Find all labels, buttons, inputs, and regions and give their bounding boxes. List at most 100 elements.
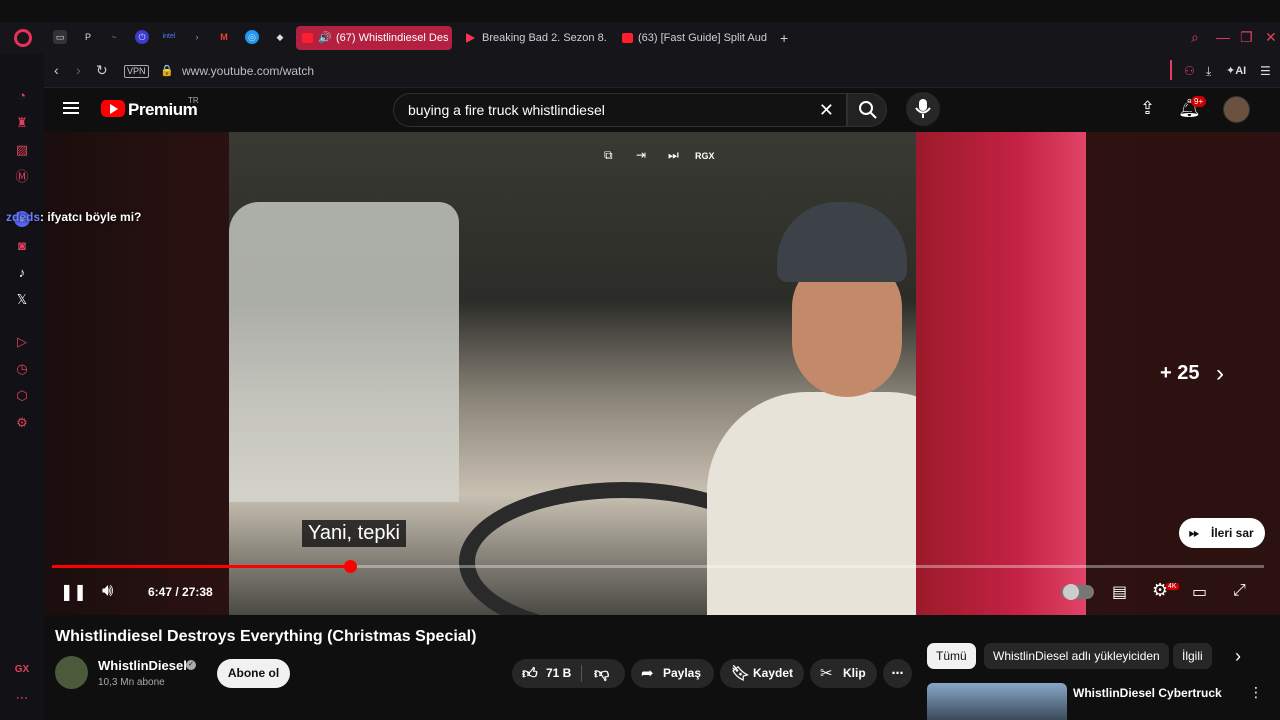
pinned-tab-icon[interactable]: ◎ bbox=[245, 30, 259, 44]
lock-icon[interactable]: 🔒 bbox=[160, 64, 174, 78]
quality-badge: 4K bbox=[1166, 583, 1179, 590]
scissors-icon: ✂ bbox=[820, 665, 833, 682]
profile-icon[interactable]: ⚇ bbox=[1184, 64, 1195, 78]
skip-forward-button[interactable]: ⏩︎ İleri sar bbox=[1179, 518, 1265, 548]
recommendation-title[interactable]: WhistlinDiesel Cybertruck bbox=[1073, 686, 1222, 700]
like-icon[interactable]: 👍︎ bbox=[522, 659, 538, 688]
chips-next-arrow-icon[interactable]: › bbox=[1226, 643, 1250, 669]
menu-icon[interactable]: ☰ bbox=[1260, 64, 1271, 78]
hamburger-menu-icon[interactable] bbox=[63, 102, 79, 114]
url-text[interactable]: www.youtube.com/watch bbox=[182, 64, 314, 78]
progress-fill bbox=[52, 565, 351, 568]
vpn-badge[interactable]: VPN bbox=[124, 65, 149, 78]
channel-name[interactable]: WhistlinDiesel bbox=[98, 658, 187, 673]
video-player[interactable] bbox=[44, 132, 1280, 615]
pinned-tab-icon[interactable]: ⏻ bbox=[135, 30, 149, 44]
download-icon[interactable]: ⤓ bbox=[1206, 64, 1211, 79]
tab-breaking-bad[interactable]: Breaking Bad 2. Sezon 8. bbox=[460, 26, 606, 50]
next-track-icon[interactable]: ⏭ bbox=[668, 148, 679, 163]
tab-label: Breaking Bad 2. Sezon 8. bbox=[482, 32, 606, 44]
pinned-tab-icon[interactable]: P bbox=[81, 30, 95, 44]
video-person bbox=[707, 202, 987, 615]
pinned-tab-icon[interactable]: ◆ bbox=[273, 30, 287, 44]
share-button[interactable]: ➦ Paylaş bbox=[631, 659, 714, 688]
volume-icon[interactable]: 🔊︎ bbox=[102, 580, 113, 601]
share-label: Paylaş bbox=[663, 666, 702, 680]
popout-video-icon[interactable]: ⧉ bbox=[604, 148, 613, 163]
enter-icon[interactable]: ⇥ bbox=[636, 148, 646, 162]
channel-avatar[interactable] bbox=[55, 656, 88, 689]
region-code: TR bbox=[188, 96, 199, 105]
dislike-icon[interactable]: 👎︎ bbox=[594, 659, 609, 688]
voice-search-button[interactable] bbox=[906, 92, 940, 126]
save-button[interactable]: 🔖︎ Kaydet bbox=[720, 659, 804, 688]
news-icon[interactable]: ▨ bbox=[14, 142, 30, 158]
settings-icon[interactable]: ⚙ bbox=[14, 415, 30, 431]
pinned-tab-icon[interactable]: ~ bbox=[107, 30, 121, 44]
tiktok-icon[interactable]: ♪ bbox=[14, 265, 30, 281]
verified-icon: ✓ bbox=[186, 660, 196, 670]
more-actions-icon[interactable]: ⋯ bbox=[883, 659, 912, 688]
pinned-tab-icon[interactable]: intel bbox=[162, 30, 176, 44]
upload-icon[interactable]: ⇪ bbox=[1140, 98, 1155, 119]
gmail-icon[interactable]: M bbox=[217, 30, 231, 44]
back-icon[interactable]: ‹ bbox=[54, 63, 59, 77]
chip-all[interactable]: Tümü bbox=[927, 643, 976, 669]
pause-icon[interactable]: ❚❚ bbox=[60, 582, 87, 602]
search-button[interactable] bbox=[847, 93, 887, 127]
new-tab-button[interactable]: + bbox=[776, 26, 794, 50]
history-icon[interactable]: ◷ bbox=[14, 361, 30, 377]
clip-button[interactable]: ✂ Klip bbox=[810, 659, 877, 688]
progress-bar[interactable] bbox=[52, 560, 1264, 573]
reload-icon[interactable]: ↻ bbox=[96, 63, 108, 77]
extensions-icon[interactable]: ⬡ bbox=[14, 388, 30, 404]
x-twitter-icon[interactable]: 𝕏 bbox=[14, 292, 30, 308]
theater-mode-icon[interactable]: ▭ bbox=[1192, 582, 1207, 602]
video-title: Whistlindiesel Destroys Everything (Chri… bbox=[55, 628, 477, 645]
speaker-icon[interactable]: 🔊 bbox=[318, 26, 332, 50]
tab-fast-guide[interactable]: (63) [Fast Guide] Split Aud bbox=[616, 26, 772, 50]
search-input[interactable]: buying a fire truck whistlindiesel ✕ bbox=[393, 93, 847, 127]
save-label: Kaydet bbox=[753, 666, 794, 680]
more-videos-count[interactable]: + 25 bbox=[1160, 362, 1199, 385]
like-dislike-group: 👍︎ 71 B 👎︎ bbox=[512, 659, 625, 688]
instagram-icon[interactable]: ◙ bbox=[14, 238, 30, 254]
clear-search-icon[interactable]: ✕ bbox=[819, 100, 834, 121]
opera-logo-icon[interactable] bbox=[14, 29, 32, 47]
youtube-logo-icon[interactable] bbox=[101, 100, 125, 117]
microphone-icon bbox=[915, 99, 931, 118]
ai-button[interactable]: ✦AI bbox=[1226, 64, 1246, 77]
forward-icon[interactable]: › bbox=[76, 63, 81, 77]
avatar[interactable] bbox=[1223, 96, 1250, 123]
minimize-icon[interactable]: — bbox=[1216, 30, 1230, 44]
toolbar-divider bbox=[1170, 60, 1172, 80]
close-icon[interactable]: ✕ bbox=[1265, 30, 1277, 44]
next-video-arrow-icon[interactable]: › bbox=[1216, 360, 1224, 388]
fullscreen-icon[interactable]: ⤢ bbox=[1233, 582, 1246, 600]
browser-sidebar: ◔ ♜ ▨ Ⓜ ◕ ◙ ♪ 𝕏 ▷ ◷ ⬡ ⚙ GX ⋯ bbox=[0, 54, 44, 720]
pinned-tab-icon[interactable]: ▭ bbox=[53, 30, 67, 44]
browser-tab-bar: ▭ P ~ ⏻ intel › M ◎ ◆ 🔊 (67) Whistlindie… bbox=[0, 22, 1280, 54]
player-icon[interactable]: ▷ bbox=[14, 334, 30, 350]
bookmark-icon: 🔖︎ bbox=[731, 665, 751, 682]
chip-related[interactable]: İlgili bbox=[1173, 643, 1212, 669]
speed-dial-icon[interactable]: ◔ bbox=[14, 88, 30, 104]
autoplay-toggle[interactable] bbox=[1061, 584, 1094, 600]
pinned-tab-icon[interactable]: › bbox=[190, 30, 204, 44]
tab-youtube-video[interactable]: 🔊 (67) Whistlindiesel Des bbox=[296, 26, 452, 50]
youtube-premium-logo[interactable]: Premium bbox=[128, 100, 198, 120]
more-icon[interactable]: ⋯ bbox=[14, 690, 30, 706]
search-query: buying a fire truck whistlindiesel bbox=[408, 102, 605, 118]
gx-corner-label[interactable]: GX bbox=[14, 662, 30, 678]
recommendation-thumbnail[interactable] bbox=[927, 683, 1067, 720]
maximize-icon[interactable]: ❐ bbox=[1240, 30, 1253, 44]
subscribe-button[interactable]: Abone ol bbox=[217, 659, 290, 688]
subtitles-icon[interactable]: ▤ bbox=[1112, 582, 1127, 602]
search-tabs-icon[interactable]: ⌕ bbox=[1191, 30, 1199, 44]
like-count[interactable]: 71 B bbox=[546, 659, 571, 688]
rgx-label[interactable]: RGX bbox=[695, 151, 715, 161]
chip-from-uploader[interactable]: WhistlinDiesel adlı yükleyiciden bbox=[984, 643, 1169, 669]
recommendation-more-icon[interactable]: ⋮ bbox=[1249, 684, 1263, 701]
gaming-icon[interactable]: ♜ bbox=[14, 115, 30, 131]
mail-icon[interactable]: Ⓜ bbox=[14, 169, 30, 185]
